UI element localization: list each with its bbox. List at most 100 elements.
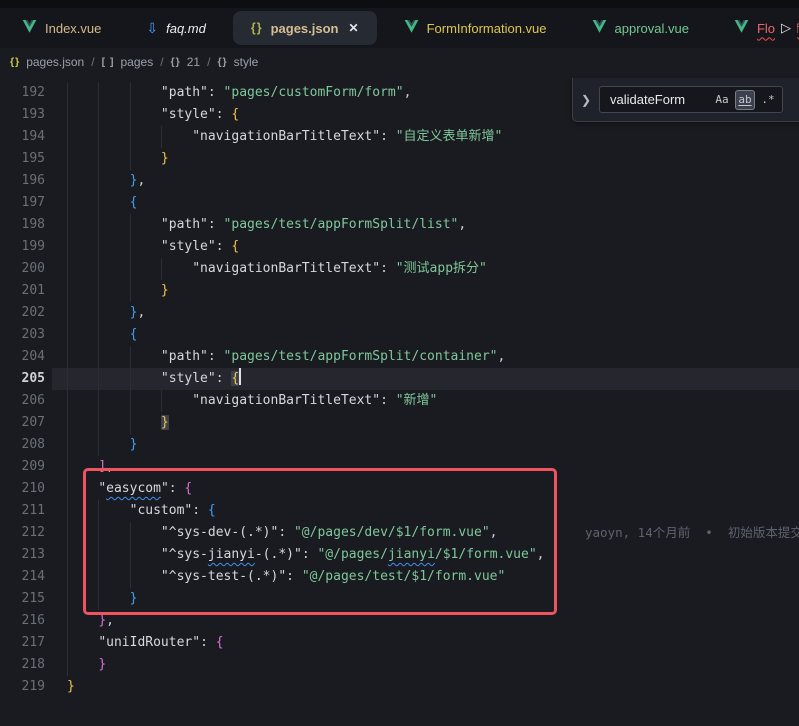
code-line[interactable]: 200 "navigationBarTitleText": "测试app拆分" xyxy=(0,258,799,280)
tab-label: faq.md xyxy=(166,21,206,36)
indent-guide xyxy=(67,610,68,632)
line-number: 219 xyxy=(0,676,45,698)
code-line[interactable]: 205 "style": { xyxy=(0,368,799,390)
breadcrumb-label: 21 xyxy=(187,55,200,69)
code-line[interactable]: 218 } xyxy=(0,654,799,676)
code-line-content: { xyxy=(67,192,799,214)
code-line[interactable]: 211 "custom": { xyxy=(0,500,799,522)
indent-guide xyxy=(130,258,131,280)
indent-guide xyxy=(98,126,99,148)
indent-guide xyxy=(98,148,99,170)
tab-overflow-icon[interactable]: ▷ xyxy=(775,8,797,48)
git-blame-annotation: yaoyn, 14个月前 • 初始版本提交 xyxy=(585,522,799,544)
find-input[interactable]: validateForm Aa ab .* xyxy=(599,86,783,113)
code-line[interactable]: 217 "uniIdRouter": { xyxy=(0,632,799,654)
code-line[interactable]: 201 } xyxy=(0,280,799,302)
line-number: 205 xyxy=(0,368,45,390)
breadcrumb-label: pages.json xyxy=(26,55,84,69)
breadcrumb-item-pages[interactable]: [ ]pages xyxy=(102,55,154,69)
code-editor[interactable]: 192 "path": "pages/customForm/form",193 … xyxy=(0,76,799,726)
line-number: 200 xyxy=(0,258,45,280)
tab-forminformation.vue[interactable]: FormInformation.vue xyxy=(386,11,565,45)
line-number: 208 xyxy=(0,434,45,456)
indent-guide xyxy=(67,522,68,544)
indent-guide xyxy=(67,82,68,104)
code-line[interactable]: 208 } xyxy=(0,434,799,456)
symbol-icon: {} xyxy=(10,56,20,68)
indent-guide xyxy=(67,654,68,676)
indent-guide xyxy=(67,456,68,478)
indent-guide xyxy=(161,258,162,280)
line-number: 201 xyxy=(0,280,45,302)
line-number: 207 xyxy=(0,412,45,434)
indent-guide xyxy=(67,214,68,236)
code-line[interactable]: 213 "^sys-jianyi-(.*)": "@/pages/jianyi/… xyxy=(0,544,799,566)
indent-guide xyxy=(67,434,68,456)
code-line-content: "path": "pages/test/appFormSplit/list", xyxy=(67,214,799,236)
breadcrumb-item-21[interactable]: {}21 xyxy=(171,55,201,69)
tab-pages.json[interactable]: {}pages.json✕ xyxy=(233,11,377,45)
code-line[interactable]: 195 } xyxy=(0,148,799,170)
toggle-replace-chevron-icon[interactable]: ❯ xyxy=(581,93,591,107)
code-line[interactable]: 215 } xyxy=(0,588,799,610)
line-number: 192 xyxy=(0,82,45,104)
line-number: 216 xyxy=(0,610,45,632)
indent-guide xyxy=(98,588,99,610)
indent-guide xyxy=(130,126,131,148)
code-line[interactable]: 202 }, xyxy=(0,302,799,324)
code-line[interactable]: 209 ], xyxy=(0,456,799,478)
whole-word-icon: ab xyxy=(738,93,751,106)
indent-guide xyxy=(67,104,68,126)
code-line-content: "^sys-test-(.*)": "@/pages/test/$1/form.… xyxy=(67,566,799,588)
tab-label: pages.json xyxy=(271,21,339,36)
code-line-content: "path": "pages/test/appFormSplit/contain… xyxy=(67,346,799,368)
breadcrumb-item-pages.json[interactable]: {} pages.json xyxy=(10,55,84,69)
code-line[interactable]: 207 } xyxy=(0,412,799,434)
tab-close-icon[interactable]: ✕ xyxy=(349,21,359,35)
tab-approval.vue[interactable]: approval.vue xyxy=(574,11,707,45)
indent-guide xyxy=(130,214,131,236)
indent-guide xyxy=(67,368,68,390)
code-line[interactable]: 203 { xyxy=(0,324,799,346)
text-cursor xyxy=(239,368,241,385)
tab-label: Index.vue xyxy=(45,21,101,36)
code-line[interactable]: 194 "navigationBarTitleText": "自定义表单新增" xyxy=(0,126,799,148)
whole-word-button[interactable]: ab xyxy=(735,90,755,110)
line-number: 197 xyxy=(0,192,45,214)
indent-guide xyxy=(67,390,68,412)
tab-index.vue[interactable]: Index.vue xyxy=(4,11,119,45)
code-line[interactable]: 197 { xyxy=(0,192,799,214)
indent-guide xyxy=(98,412,99,434)
regex-button[interactable]: .* xyxy=(758,90,778,110)
symbol-icon: {} xyxy=(217,56,227,68)
code-line-content: "custom": { xyxy=(67,500,799,522)
code-line[interactable]: 196 }, xyxy=(0,170,799,192)
indent-guide xyxy=(67,588,68,610)
code-line[interactable]: 216 }, xyxy=(0,610,799,632)
indent-guide xyxy=(98,280,99,302)
code-line[interactable]: 214 "^sys-test-(.*)": "@/pages/test/$1/f… xyxy=(0,566,799,588)
indent-guide xyxy=(98,368,99,390)
code-line[interactable]: 199 "style": { xyxy=(0,236,799,258)
code-line[interactable]: 210 "easycom": { xyxy=(0,478,799,500)
code-line[interactable]: 212 "^sys-dev-(.*)": "@/pages/dev/$1/for… xyxy=(0,522,799,544)
indent-guide xyxy=(98,434,99,456)
indent-guide xyxy=(67,148,68,170)
match-case-button[interactable]: Aa xyxy=(712,90,732,110)
code-line-content: }, xyxy=(67,610,799,632)
line-number: 198 xyxy=(0,214,45,236)
breadcrumb-label: pages xyxy=(121,55,154,69)
code-line-content: "^sys-jianyi-(.*)": "@/pages/jianyi/$1/f… xyxy=(67,544,799,566)
code-line[interactable]: 198 "path": "pages/test/appFormSplit/lis… xyxy=(0,214,799,236)
code-line[interactable]: 206 "navigationBarTitleText": "新增" xyxy=(0,390,799,412)
indent-guide xyxy=(67,500,68,522)
tab-bar: Index.vue⇩faq.md{}pages.json✕FormInforma… xyxy=(0,8,799,48)
tab-faq.md[interactable]: ⇩faq.md xyxy=(128,11,223,45)
code-line[interactable]: 204 "path": "pages/test/appFormSplit/con… xyxy=(0,346,799,368)
tab-label: approval.vue xyxy=(615,21,689,36)
breadcrumb-item-style[interactable]: {}style xyxy=(217,55,258,69)
indent-guide xyxy=(130,544,131,566)
code-line[interactable]: 219} xyxy=(0,676,799,698)
find-query-text[interactable]: validateForm xyxy=(610,92,709,107)
indent-guide xyxy=(130,412,131,434)
